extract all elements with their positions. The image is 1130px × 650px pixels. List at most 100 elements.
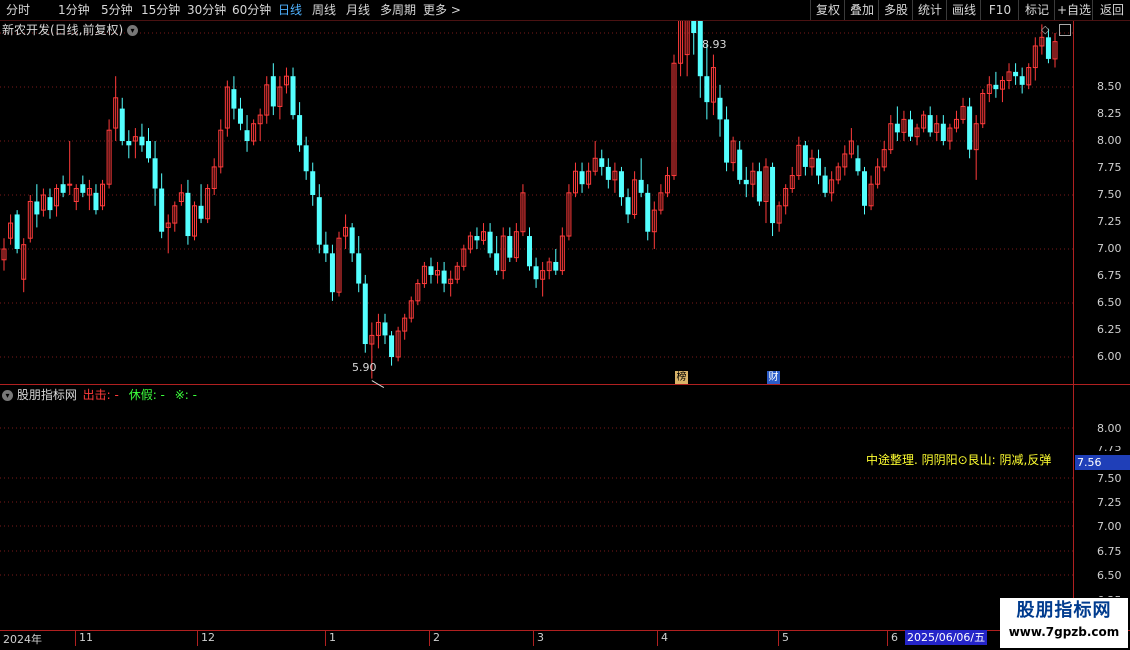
candle-body-down — [625, 197, 631, 215]
candle-body-down — [47, 197, 53, 211]
candle-body-down — [270, 76, 276, 107]
multi-stock-button[interactable]: 多股 — [878, 0, 913, 20]
candle-body-down — [126, 141, 132, 146]
candle-body-down — [724, 119, 730, 163]
candle-body-down — [303, 145, 309, 172]
main-panel-header: 新农开发(日线,前复权) ▾ — [2, 21, 139, 39]
candle-body-down — [290, 76, 296, 116]
finance-tag[interactable]: 财 — [767, 371, 780, 384]
watermark-url: www.7gpzb.com — [1008, 625, 1120, 639]
date-month: 4 — [661, 631, 668, 644]
candle-body-down — [743, 179, 749, 185]
candle-body-up — [67, 183, 73, 186]
cursor-date: 2025/06/06/五 — [905, 630, 988, 645]
candle-body-down — [533, 266, 539, 280]
candle-body-down — [356, 253, 362, 284]
kline-chart-canvas[interactable] — [0, 0, 1130, 650]
legend-rest: 休假: - — [128, 388, 165, 402]
price-axis-label: 8.00 — [1097, 134, 1122, 147]
price-axis-label: 6.75 — [1097, 269, 1122, 282]
candle-body-down — [907, 119, 913, 137]
signal-message: 中途整理. 阴阴阳⊙艮山: 阴减,反弹 — [866, 453, 1052, 467]
watermark-title: 股朋指标网 — [1016, 600, 1112, 621]
tab-daily[interactable]: 日线 — [278, 0, 302, 20]
statistics-button[interactable]: 统计 — [912, 0, 947, 20]
date-year: 2024年 — [3, 633, 42, 646]
f10-button[interactable]: F10 — [980, 0, 1019, 20]
candle-body-down — [329, 253, 335, 293]
candle-body-down — [579, 171, 585, 185]
candle-body-down — [139, 136, 145, 146]
tab-15min[interactable]: 15分钟 — [141, 0, 180, 20]
candle-body-down — [507, 236, 513, 258]
candle-body-down — [119, 108, 125, 141]
tab-30min[interactable]: 30分钟 — [187, 0, 226, 20]
date-month: 11 — [79, 631, 93, 644]
date-month: 5 — [782, 631, 789, 644]
tab-fenshi[interactable]: 分时 — [6, 0, 30, 20]
add-watchlist-button[interactable]: +自选 — [1054, 0, 1093, 20]
price-axis-label: 6.25 — [1097, 323, 1122, 336]
candle-body-down — [14, 214, 20, 249]
dropdown-icon[interactable]: ▾ — [127, 25, 139, 36]
dropdown-icon[interactable]: ▾ — [2, 390, 13, 401]
candle-body-down — [34, 201, 40, 215]
candle-body-down — [349, 227, 355, 254]
candle-body-down — [527, 236, 532, 267]
tab-5min[interactable]: 5分钟 — [101, 0, 133, 20]
candle-body-down — [185, 192, 191, 237]
tab-more[interactable]: 更多 > — [423, 0, 461, 20]
candle-body-down — [618, 171, 624, 198]
legend-star: ※: - — [174, 388, 197, 402]
date-month: 12 — [201, 631, 215, 644]
candle-body-down — [428, 266, 434, 275]
candle-body-down — [802, 145, 808, 167]
watermark-logo: 股朋指标网 www.7gpzb.com — [1000, 598, 1128, 648]
indicator-axis-label: 7.00 — [1097, 520, 1122, 533]
tab-monthly[interactable]: 月线 — [346, 0, 370, 20]
candle-body-down — [93, 192, 99, 211]
candle-body-down — [1019, 76, 1025, 85]
candle-body-down — [389, 335, 395, 357]
date-month: 1 — [329, 631, 336, 644]
candle-body-down — [244, 130, 250, 141]
candle-body-down — [940, 123, 946, 141]
fuquan-button[interactable]: 复权 — [810, 0, 845, 20]
price-axis-label: 6.00 — [1097, 350, 1122, 363]
candle-body-down — [474, 236, 480, 241]
candle-body-down — [316, 197, 322, 245]
candle-body-down — [605, 166, 611, 180]
tab-weekly[interactable]: 周线 — [312, 0, 336, 20]
price-axis-label: 7.75 — [1097, 161, 1122, 174]
candle-body-down — [645, 192, 651, 232]
tab-1min[interactable]: 1分钟 — [58, 0, 90, 20]
candle-body-down — [756, 171, 762, 202]
candle-body-down — [80, 184, 86, 193]
price-axis-label: 8.50 — [1097, 80, 1122, 93]
candle-body-down — [382, 322, 388, 336]
candle-body-down — [599, 158, 605, 167]
candle-body-down — [198, 205, 204, 219]
candle-body-down — [704, 76, 710, 103]
candle-body-down — [822, 175, 828, 193]
tab-60min[interactable]: 60分钟 — [232, 0, 271, 20]
price-axis-label: 7.00 — [1097, 242, 1122, 255]
indicator-axis-label: 7.25 — [1097, 496, 1122, 509]
indicator-axis-label-partial: 6.25 — [1097, 592, 1122, 597]
date-month: 2 — [433, 631, 440, 644]
price-axis-label: 6.50 — [1097, 296, 1122, 309]
date-month: 6 — [891, 631, 898, 644]
diamond-icon[interactable]: ◇ — [1041, 23, 1049, 36]
rank-tag[interactable]: 榜 — [675, 371, 688, 384]
indicator-axis-label: 7.50 — [1097, 472, 1122, 485]
draw-line-button[interactable]: 画线 — [946, 0, 981, 20]
tab-multi-period[interactable]: 多周期 — [380, 0, 416, 20]
overlay-button[interactable]: 叠加 — [844, 0, 879, 20]
candle-body-down — [487, 231, 493, 254]
indicator-title: 股朋指标网 — [16, 388, 77, 402]
back-button[interactable]: 返回 — [1092, 0, 1130, 20]
mark-button[interactable]: 标记 — [1018, 0, 1055, 20]
candle-body-down — [862, 171, 868, 206]
panel-controls: ◇ — [1041, 21, 1071, 39]
maximize-icon[interactable] — [1058, 24, 1071, 36]
